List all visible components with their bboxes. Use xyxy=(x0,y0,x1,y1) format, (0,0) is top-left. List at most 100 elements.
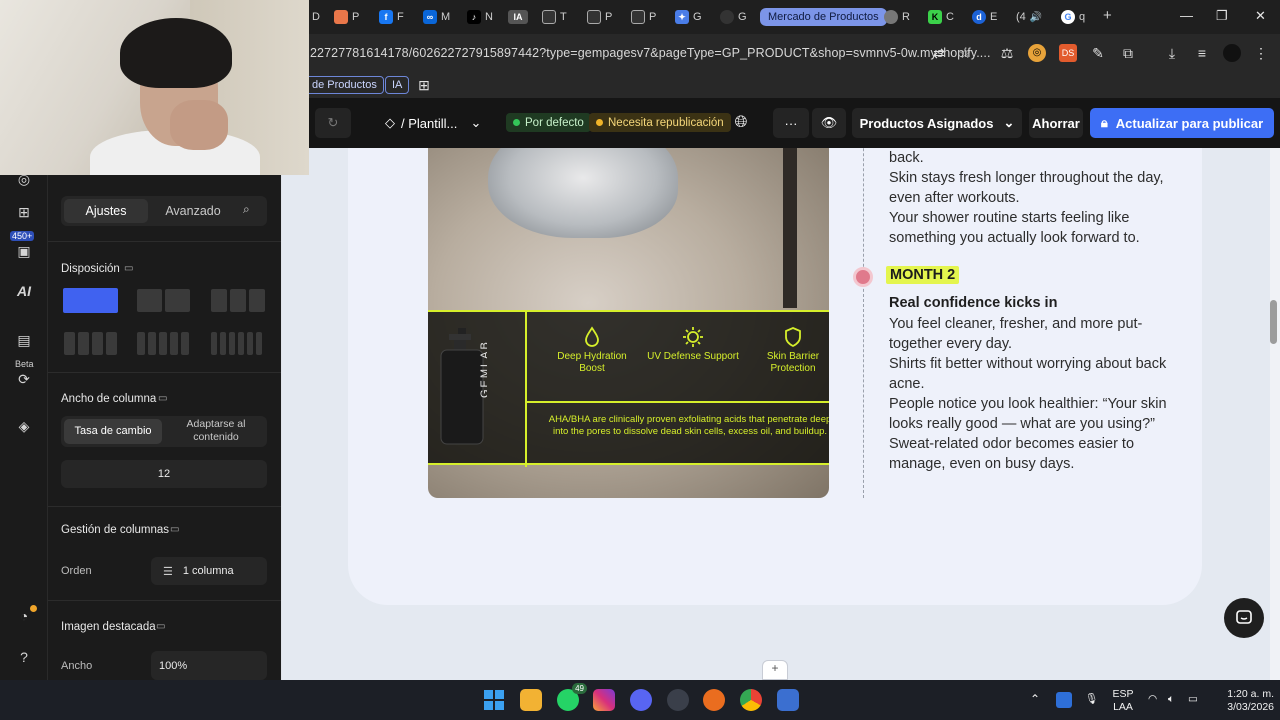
close-icon[interactable]: ✕ xyxy=(1255,8,1266,24)
media-icon[interactable]: ≡ xyxy=(1193,44,1211,62)
desktop-icon: ▭ xyxy=(170,524,180,535)
ia-tab-icon: IA xyxy=(508,10,528,24)
volume-icon[interactable]: 🔈︎ xyxy=(1168,693,1174,706)
column-management-heading: Gestión de columnas xyxy=(61,524,170,536)
layout-option-5col[interactable] xyxy=(137,332,189,355)
layout-option-3col[interactable] xyxy=(211,289,265,312)
bookmark-productos[interactable]: de Productos xyxy=(305,76,384,94)
feature-label: UV Defense Support xyxy=(647,351,739,362)
kebab-menu-icon[interactable]: ⋮ xyxy=(1252,44,1270,62)
discord-icon[interactable] xyxy=(630,689,652,711)
ai-icon[interactable]: AI xyxy=(14,281,34,301)
timeline-line-text: Shirts fit better without worrying about… xyxy=(889,356,1167,392)
column-width-fixed[interactable]: Tasa de cambio xyxy=(64,419,162,444)
chevron-up-icon[interactable]: ⌃ xyxy=(1030,693,1040,706)
scrollbar-thumb[interactable] xyxy=(1270,300,1277,344)
search-icon[interactable]: ⌕ xyxy=(243,202,250,217)
layers-icon[interactable]: ◈ xyxy=(14,416,34,436)
layout-option-2col[interactable] xyxy=(137,289,190,312)
chat-button[interactable] xyxy=(1224,598,1264,638)
layout-option-4col[interactable] xyxy=(64,332,117,355)
tab-label: (4 xyxy=(1016,11,1026,23)
chrome-icon[interactable] xyxy=(740,689,762,711)
browser-tab[interactable]: (4 🔊 xyxy=(1016,7,1042,27)
help-icon[interactable]: ? xyxy=(14,647,34,667)
browser-tab-active[interactable]: Mercado de Productos xyxy=(760,8,887,26)
browser-tab[interactable]: ∞ M xyxy=(423,7,450,27)
browser-tab[interactable]: P xyxy=(631,7,656,27)
tab-advanced[interactable]: Avanzado xyxy=(153,199,233,223)
puzzle-icon[interactable]: ⧉ xyxy=(1119,44,1137,62)
browser-tab[interactable]: D xyxy=(312,7,320,27)
chevron-down-icon[interactable]: ⌄ xyxy=(467,108,485,138)
bookmark-ia[interactable]: IA xyxy=(385,76,410,94)
preview-eye-icon[interactable]: 👁︎ xyxy=(812,108,846,138)
new-tab-button[interactable]: + xyxy=(1103,5,1112,25)
url-field[interactable]: 22727781614178/602622727915897442?type=g… xyxy=(310,46,991,60)
browser-tab[interactable]: G xyxy=(720,7,747,27)
tab-settings[interactable]: Ajustes xyxy=(64,199,148,223)
order-select[interactable]: ☰ 1 columna xyxy=(151,557,267,585)
defender-icon[interactable] xyxy=(1056,692,1072,708)
canvas-scrollbar[interactable] xyxy=(1270,148,1280,680)
instagram-icon[interactable] xyxy=(593,689,615,711)
product-image[interactable]: GEMLAB Deep Hydration Boost UV Defense S… xyxy=(428,148,829,498)
column-width-input[interactable]: 12 xyxy=(61,460,267,488)
globe-icon[interactable]: 🌐︎ xyxy=(729,108,753,138)
extension-icon[interactable]: ◎ xyxy=(1028,44,1046,62)
beta-label: Beta xyxy=(15,359,34,369)
browser-tab[interactable]: KC xyxy=(928,7,954,27)
pages-icon[interactable]: ▤ xyxy=(14,330,34,350)
assigned-products-dropdown[interactable]: Productos Asignados ⌄ xyxy=(852,108,1022,138)
browser-tab[interactable]: P xyxy=(587,7,612,27)
browser-tab[interactable]: ♪ N xyxy=(467,7,493,27)
tab-label: P xyxy=(649,11,657,23)
bookmark-star-icon[interactable]: ☆ xyxy=(956,44,974,62)
redo-icon[interactable]: ↻ xyxy=(315,108,351,138)
download-icon[interactable]: ⤓ xyxy=(1163,44,1181,62)
apps-grid-icon[interactable]: ⊞ xyxy=(415,76,433,94)
browser-tab[interactable]: T xyxy=(542,7,567,27)
publish-button[interactable]: 🔒︎ Actualizar para publicar xyxy=(1090,108,1274,138)
calculator-icon[interactable] xyxy=(777,689,799,711)
timeline-section[interactable]: GEMLAB Deep Hydration Boost UV Defense S… xyxy=(348,148,1202,605)
clock[interactable]: 1:20 a. m. 3/03/2026 xyxy=(1212,688,1274,714)
battery-icon[interactable]: ▭ xyxy=(1188,693,1198,706)
eyedropper-icon[interactable]: ✎ xyxy=(1089,44,1107,62)
minimize-icon[interactable]: — xyxy=(1180,8,1193,23)
language-indicator[interactable]: ESP LAA xyxy=(1108,688,1138,714)
layout-option-1col[interactable] xyxy=(63,288,118,313)
column-width-fit[interactable]: Adaptarse al contenido xyxy=(169,417,263,444)
browser-tab[interactable]: P xyxy=(334,7,359,27)
more-options-button[interactable]: ··· xyxy=(773,108,809,138)
extension-icon[interactable]: DS xyxy=(1059,44,1077,62)
browser-tab[interactable]: ✦ G xyxy=(675,7,702,27)
browser-tab[interactable]: IA xyxy=(508,7,528,27)
add-section-button[interactable]: + xyxy=(762,660,788,680)
feature-barrier: Skin Barrier Protection xyxy=(747,326,829,375)
store-icon[interactable] xyxy=(520,689,542,711)
browser-tab[interactable]: R xyxy=(884,7,910,27)
elements-grid-icon[interactable]: ⊞ xyxy=(14,202,34,222)
tab-label: D xyxy=(312,11,320,23)
whatsapp-icon[interactable]: 49 xyxy=(557,683,587,711)
browser-tab[interactable]: dE xyxy=(972,7,997,27)
theme-icon[interactable]: ⟳ xyxy=(14,369,34,389)
width-label: Ancho xyxy=(61,660,93,672)
save-button[interactable]: Ahorrar xyxy=(1029,108,1083,138)
templates-icon[interactable]: ▣ xyxy=(14,241,34,261)
wifi-icon[interactable]: ◠ xyxy=(1148,693,1157,706)
template-name[interactable]: / Plantill... xyxy=(401,108,471,138)
translate-icon[interactable]: ⇄ xyxy=(930,44,948,62)
fl-studio-icon[interactable] xyxy=(703,689,725,711)
width-input[interactable]: 100% xyxy=(151,651,267,680)
restore-icon[interactable]: ❐ xyxy=(1216,8,1228,24)
layout-option-6col[interactable] xyxy=(211,332,262,355)
microphone-icon[interactable]: 🎙︎ xyxy=(1085,693,1098,706)
windows-start-icon[interactable] xyxy=(483,689,505,711)
profile-avatar[interactable] xyxy=(1223,44,1241,62)
browser-tab[interactable]: Gq xyxy=(1061,7,1085,27)
extension-icon[interactable]: ⚖ xyxy=(998,44,1016,62)
browser-tab[interactable]: fF xyxy=(379,7,404,27)
steam-icon[interactable] xyxy=(667,689,689,711)
